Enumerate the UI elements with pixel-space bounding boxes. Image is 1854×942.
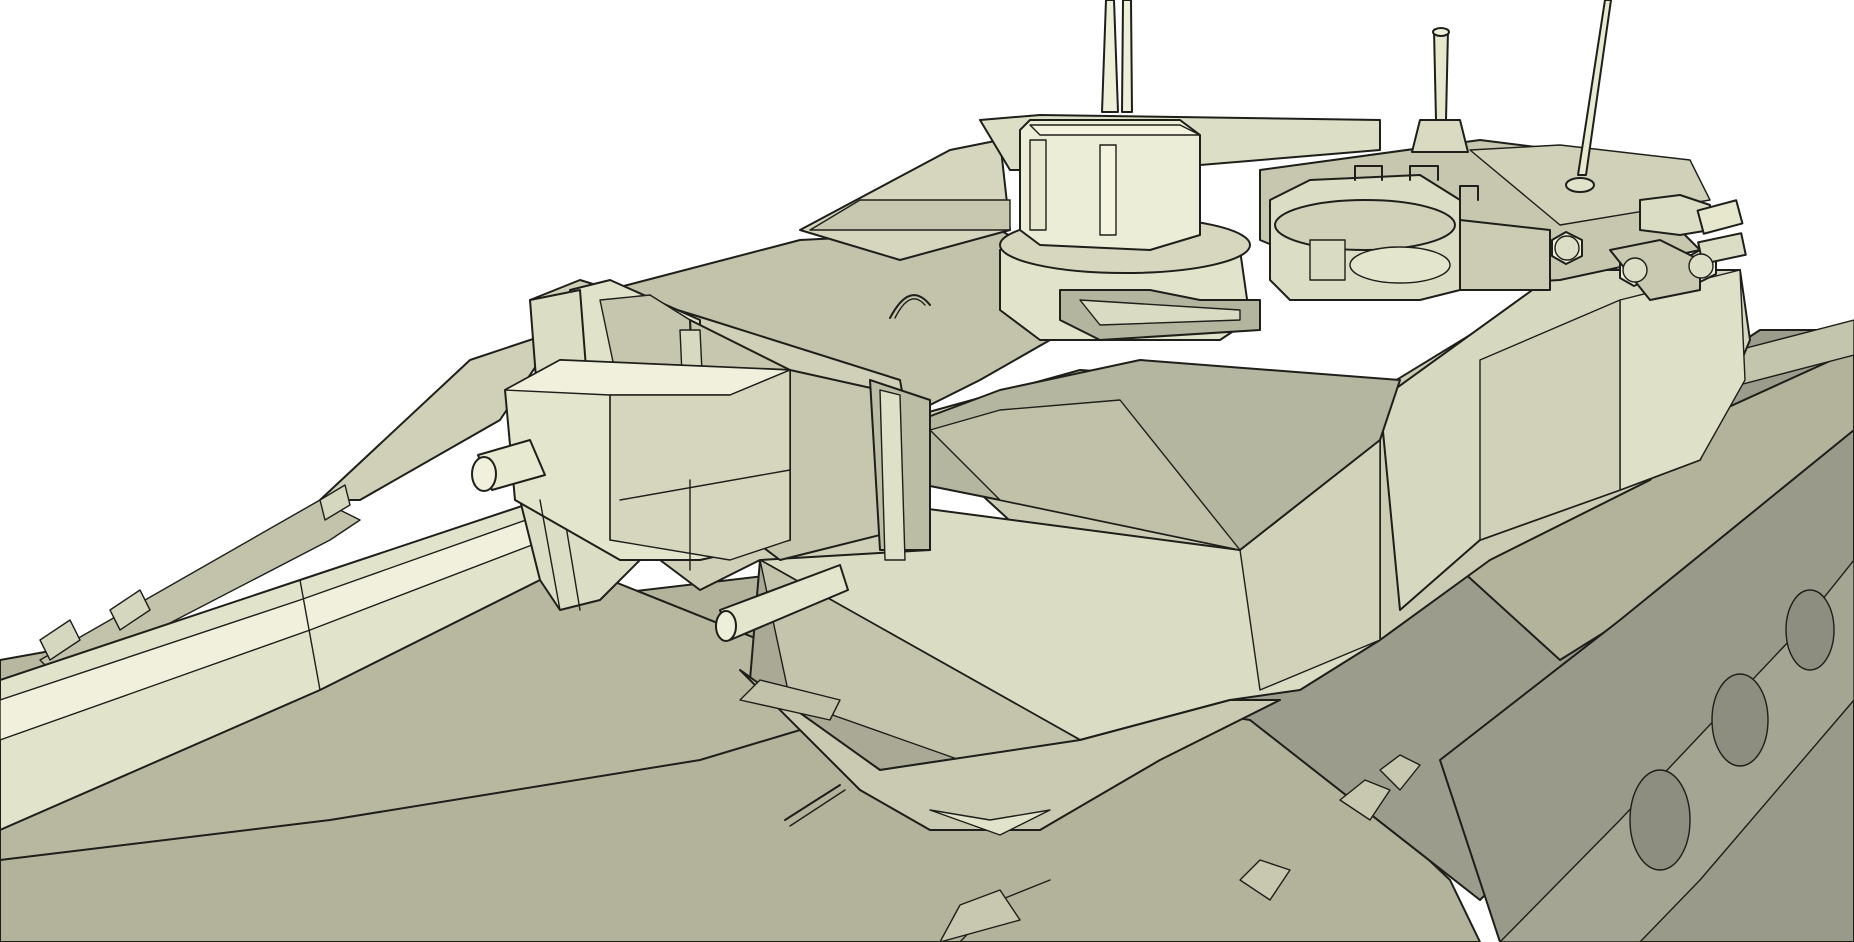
tank-model <box>0 0 1854 942</box>
model-viewport[interactable] <box>0 0 1854 942</box>
